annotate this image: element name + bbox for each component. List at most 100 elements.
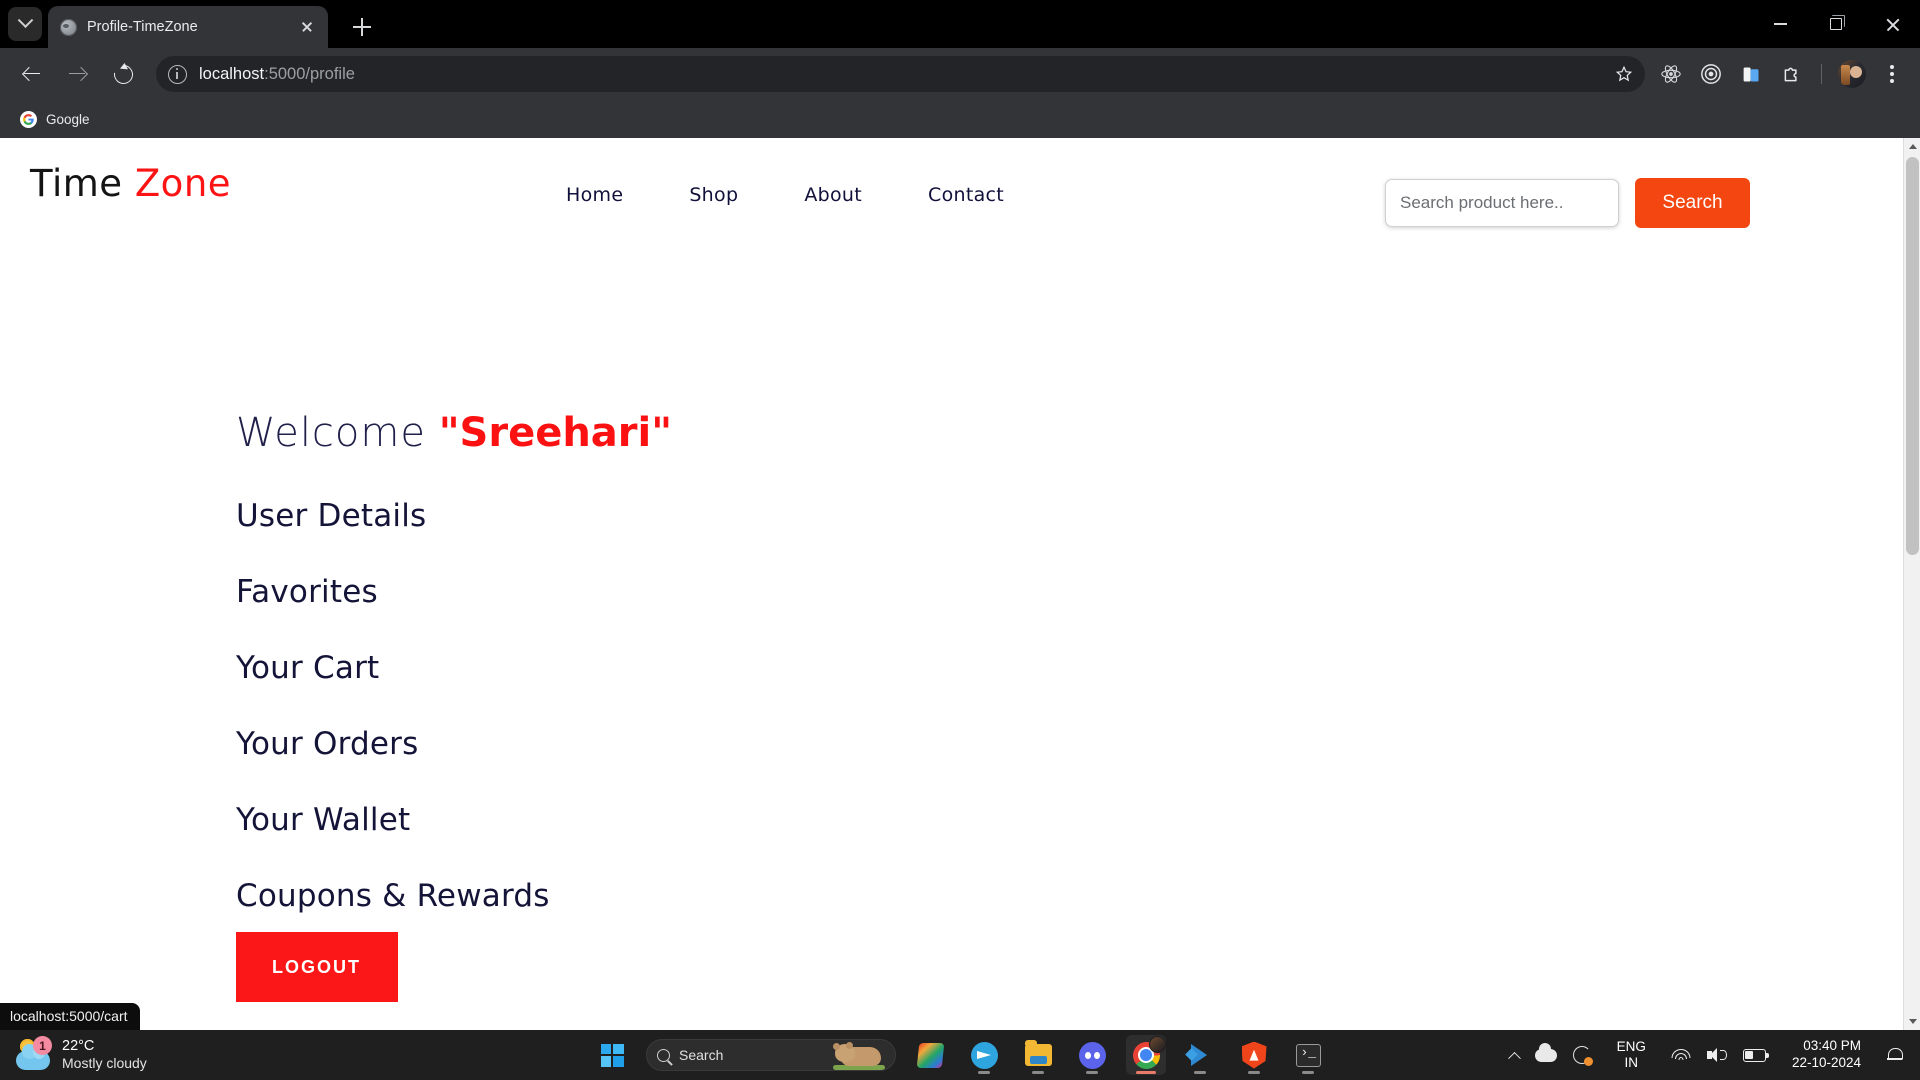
- url-text: localhost:5000/profile: [199, 65, 355, 84]
- extensions-puzzle-icon[interactable]: [1773, 56, 1809, 92]
- brave-icon: [1241, 1041, 1267, 1069]
- reload-icon: [109, 60, 137, 88]
- close-icon: [1885, 17, 1900, 32]
- forward-button[interactable]: [58, 55, 96, 93]
- toolbar-icons: [1653, 56, 1912, 92]
- language-line-1: ENG: [1616, 1039, 1646, 1055]
- toolbar-divider: [1821, 64, 1822, 84]
- volume-tray-icon[interactable]: [1699, 1030, 1735, 1080]
- scroll-down-button[interactable]: [1904, 1013, 1920, 1030]
- reading-list-icon[interactable]: [1733, 56, 1769, 92]
- menu-item-favorites[interactable]: Favorites: [236, 574, 550, 610]
- taskbar-app-telegram[interactable]: [964, 1035, 1004, 1075]
- taskbar-app-vscode[interactable]: [1180, 1035, 1220, 1075]
- system-tray: ENG IN 03:40 PM 22-10-2024: [1502, 1030, 1920, 1080]
- show-hidden-icons-button[interactable]: [1502, 1030, 1527, 1080]
- onedrive-tray-icon[interactable]: [1527, 1030, 1565, 1080]
- back-button[interactable]: [12, 55, 50, 93]
- cloud-icon: [1534, 1042, 1557, 1062]
- welcome-prefix: Welcome: [236, 410, 426, 456]
- minimize-button[interactable]: [1752, 0, 1808, 48]
- language-indicator[interactable]: ENG IN: [1599, 1030, 1664, 1080]
- battery-icon: [1742, 1048, 1769, 1062]
- menu-item-your-wallet[interactable]: Your Wallet: [236, 802, 550, 838]
- nav-item-about[interactable]: About: [804, 184, 862, 206]
- tab-search-button[interactable]: [8, 7, 42, 41]
- taskbar-app-office[interactable]: [910, 1035, 950, 1075]
- wifi-icon: [1671, 1048, 1691, 1063]
- nav-item-contact[interactable]: Contact: [928, 184, 1004, 206]
- profile-avatar[interactable]: [1834, 56, 1870, 92]
- star-icon: [1615, 65, 1633, 82]
- taskbar-app-brave[interactable]: [1234, 1035, 1274, 1075]
- welcome-username: "Sreehari": [438, 410, 673, 456]
- kebab-icon: [1890, 65, 1894, 83]
- scrollbar-thumb[interactable]: [1906, 157, 1919, 555]
- taskbar-app-discord[interactable]: [1072, 1035, 1112, 1075]
- menu-item-your-orders[interactable]: Your Orders: [236, 726, 550, 762]
- clock-widget[interactable]: 03:40 PM 22-10-2024: [1774, 1030, 1879, 1080]
- menu-item-coupons-rewards[interactable]: Coupons & Rewards: [236, 878, 550, 914]
- address-bar[interactable]: localhost:5000/profile: [156, 56, 1645, 92]
- windows-logo-icon: [600, 1043, 624, 1067]
- bookmark-item-google[interactable]: Google: [12, 107, 98, 132]
- discord-icon: [1078, 1041, 1106, 1069]
- browser-toolbar: localhost:5000/profile: [0, 48, 1920, 100]
- taskbar-app-file-explorer[interactable]: [1018, 1035, 1058, 1075]
- close-window-button[interactable]: [1864, 0, 1920, 48]
- info-icon[interactable]: [168, 64, 187, 84]
- sync-tray-icon[interactable]: [1565, 1030, 1599, 1080]
- menu-item-user-details[interactable]: User Details: [236, 498, 550, 534]
- site-header: Time Zone Home Shop About Contact Search: [0, 138, 1902, 248]
- notifications-button[interactable]: [1879, 1030, 1910, 1080]
- taskbar-search-box[interactable]: Search: [646, 1039, 896, 1071]
- search-input[interactable]: [1385, 179, 1619, 227]
- search-button[interactable]: Search: [1635, 178, 1750, 228]
- product-search: Search: [1385, 178, 1750, 228]
- speaker-icon: [1706, 1047, 1727, 1063]
- browser-tab[interactable]: Profile-TimeZone: [48, 6, 328, 48]
- triangle-down-icon: [1908, 1019, 1917, 1024]
- office-icon: [916, 1042, 944, 1068]
- close-icon[interactable]: [298, 18, 316, 36]
- taskbar-app-terminal[interactable]: [1288, 1035, 1328, 1075]
- logo-part-one: Time: [30, 162, 123, 205]
- page-viewport: Time Zone Home Shop About Contact Search…: [0, 138, 1920, 1030]
- logout-button[interactable]: LOGOUT: [236, 932, 398, 1002]
- site-logo[interactable]: Time Zone: [30, 162, 231, 205]
- telegram-icon: [970, 1041, 998, 1069]
- bookmark-star-button[interactable]: [1609, 59, 1639, 89]
- maximize-icon: [1830, 15, 1845, 30]
- tab-strip: Profile-TimeZone: [0, 0, 1920, 48]
- new-tab-button[interactable]: [348, 13, 376, 41]
- url-host: localhost: [199, 64, 265, 83]
- three-dot-menu-icon[interactable]: [1874, 56, 1910, 92]
- bell-icon: [1887, 1047, 1903, 1063]
- clock-time: 03:40 PM: [1803, 1038, 1861, 1054]
- wombat-illustration: [825, 1040, 887, 1070]
- nav-item-home[interactable]: Home: [566, 184, 623, 206]
- maximize-button[interactable]: [1808, 0, 1864, 48]
- battery-tray-icon[interactable]: [1735, 1030, 1774, 1080]
- status-bar-link: localhost:5000/cart: [0, 1003, 140, 1030]
- language-text: ENG IN: [1607, 1039, 1656, 1070]
- sync-icon: [1572, 1046, 1593, 1066]
- taskbar-search-placeholder: Search: [679, 1047, 724, 1063]
- menu-item-your-cart[interactable]: Your Cart: [236, 650, 550, 686]
- page-scrollbar[interactable]: [1903, 138, 1920, 1030]
- bookmark-label: Google: [46, 111, 90, 127]
- taskbar-app-chrome[interactable]: [1126, 1035, 1166, 1075]
- chevron-up-icon: [1507, 1051, 1521, 1065]
- scroll-up-button[interactable]: [1904, 138, 1920, 155]
- arrow-left-icon: [23, 66, 40, 83]
- reload-button[interactable]: [104, 55, 142, 93]
- vscode-icon: [1187, 1042, 1213, 1068]
- start-button[interactable]: [592, 1035, 632, 1075]
- triangle-up-icon: [1908, 144, 1917, 149]
- google-icon: [20, 110, 37, 128]
- wifi-tray-icon[interactable]: [1664, 1030, 1699, 1080]
- react-devtools-icon[interactable]: [1653, 56, 1689, 92]
- nav-item-shop[interactable]: Shop: [689, 184, 738, 206]
- globe-icon: [60, 18, 77, 36]
- target-icon[interactable]: [1693, 56, 1729, 92]
